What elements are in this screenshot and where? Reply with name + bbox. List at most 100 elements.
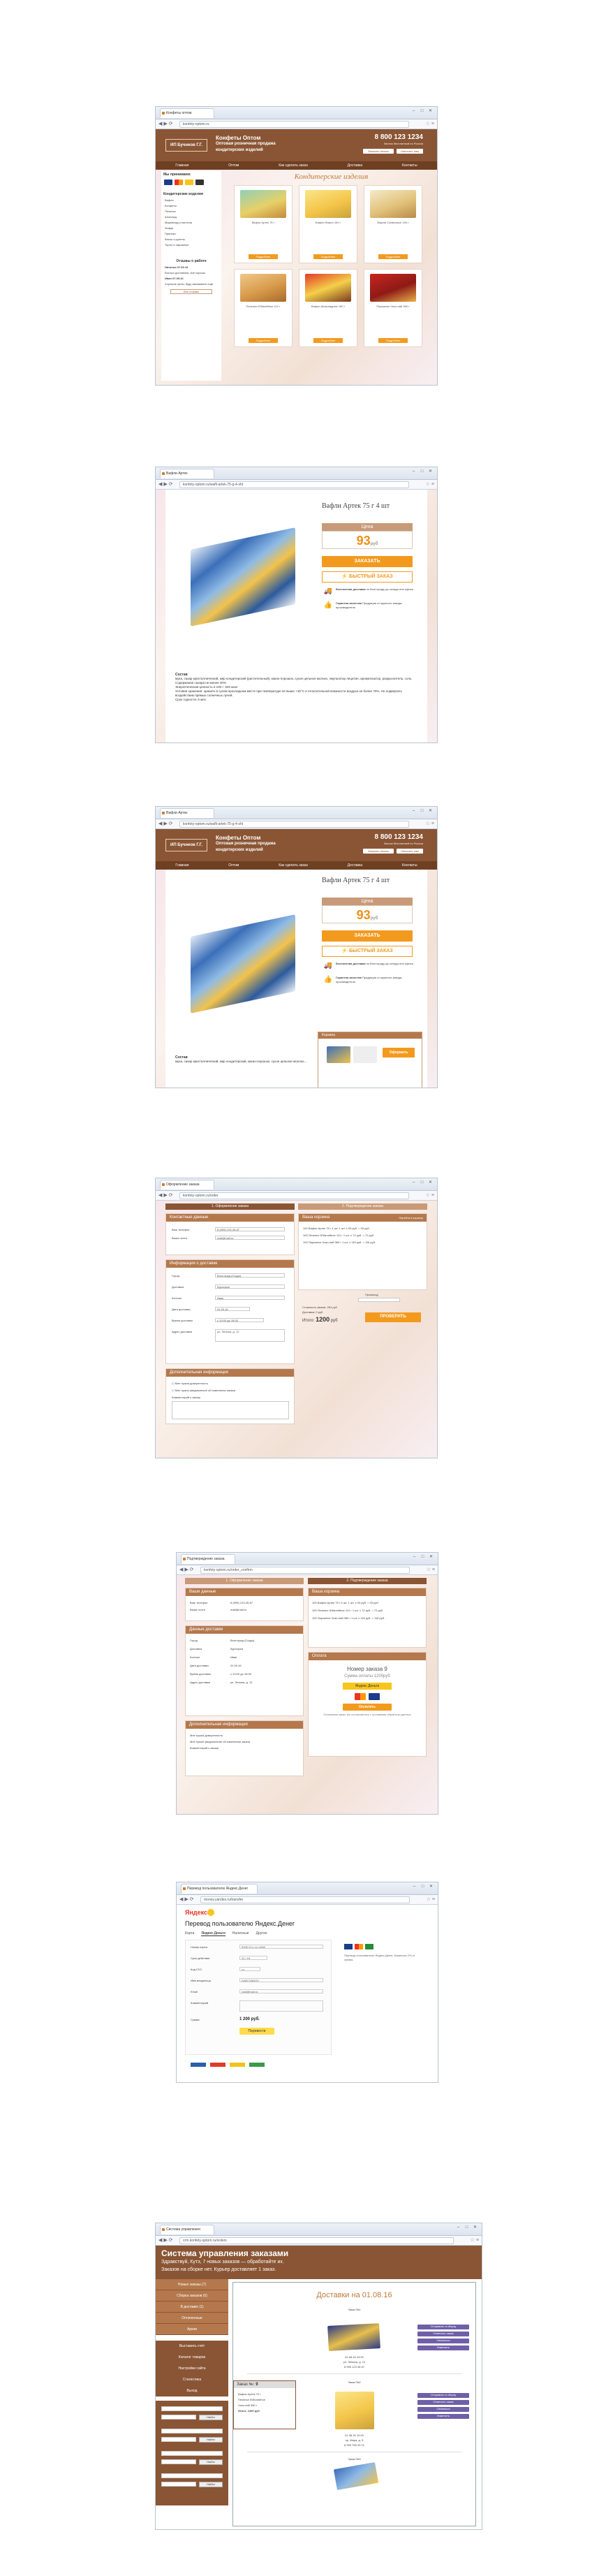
back-forward-icon[interactable]: ◀ ▶ ⟳ xyxy=(158,121,173,128)
nav-item[interactable]: Выход xyxy=(156,2385,228,2396)
tab-cash[interactable]: Наличные xyxy=(232,1931,249,1936)
minimize-icon[interactable]: – xyxy=(410,108,417,114)
edit-button[interactable]: Изменить xyxy=(417,2346,469,2350)
category-item[interactable]: Зефир xyxy=(161,226,221,231)
product-button[interactable]: Подробнее xyxy=(378,338,408,343)
stage-tab[interactable]: 1. Оформление заказа xyxy=(185,1578,304,1584)
stage-tab-active[interactable]: 2. Подтверждение заказа xyxy=(308,1578,427,1584)
transfer-button[interactable]: Перевести xyxy=(239,2028,274,2035)
star-menu-icon[interactable]: ☆ ≡ xyxy=(426,121,434,128)
filter-input[interactable] xyxy=(161,2415,196,2420)
pay-button[interactable]: Оплатить xyxy=(343,1704,392,1711)
comment-field[interactable] xyxy=(239,2000,323,2012)
checkbox-row[interactable]: ☐ Мне нужно уведомление об изменении зак… xyxy=(172,1389,235,1392)
minimize-icon[interactable]: – xyxy=(410,1180,417,1185)
maximize-icon[interactable]: □ xyxy=(463,2225,471,2230)
maximize-icon[interactable]: □ xyxy=(418,108,426,114)
address-bar[interactable]: konfety-optom.ru/wafli-artek-75-g-4-sht xyxy=(179,821,409,828)
star-menu-icon[interactable]: ☆ ≡ xyxy=(427,1896,435,1903)
filter-button[interactable]: Найти xyxy=(199,2459,223,2465)
menu-item[interactable]: Как сделать заказ xyxy=(279,863,308,868)
filter-button[interactable]: Найти xyxy=(199,2415,223,2420)
quick-order-button[interactable]: ⚡ БЫСТРЫЙ ЗАКАЗ xyxy=(322,946,413,957)
tab-card[interactable]: Карта xyxy=(185,1931,194,1936)
order-button[interactable]: ЗАКАЗАТЬ xyxy=(322,930,413,942)
category-item[interactable]: Шоколад xyxy=(161,214,221,220)
address-bar[interactable]: konfety-optom.ru xyxy=(179,121,409,128)
maximize-icon[interactable]: □ xyxy=(418,808,426,814)
browser-tab[interactable]: Вафли Артек xyxy=(160,808,214,818)
star-menu-icon[interactable]: ☆ ≡ xyxy=(426,821,434,828)
category-item[interactable]: Конфеты xyxy=(161,203,221,209)
filter-input[interactable] xyxy=(161,2406,223,2411)
to-assembly-button[interactable]: Отправить в сборку xyxy=(417,2393,469,2398)
promo-field[interactable] xyxy=(358,1298,400,1302)
menu-item[interactable]: Контакты xyxy=(402,863,417,868)
nav-item[interactable]: Каталог товаров xyxy=(156,2352,228,2363)
edit-button[interactable]: Изменить xyxy=(417,2414,469,2419)
email-field[interactable]: mail@mail.ru xyxy=(239,1989,323,1993)
address-bar[interactable]: crm.konfety-optom.ru/orders xyxy=(179,2237,454,2244)
menu-item[interactable]: Как сделать заказ xyxy=(279,163,308,168)
address-bar[interactable]: konfety-optom.ru/order xyxy=(179,1192,409,1199)
close-icon[interactable]: ✕ xyxy=(427,469,434,474)
delivery-select[interactable]: Курьером xyxy=(215,1285,285,1289)
contact-field[interactable]: Иван xyxy=(215,1296,285,1300)
logo[interactable]: ИП Бучнеов Г.Г. xyxy=(165,839,207,851)
cart-link[interactable]: Перейти в корзину xyxy=(399,1215,423,1220)
browser-tab[interactable]: Оформление заказа xyxy=(160,1180,214,1190)
all-reviews-button[interactable]: Все отзывы xyxy=(170,289,212,294)
cancel-order-button[interactable]: Отменить заказ xyxy=(417,2400,469,2405)
nav-item[interactable]: Оплаченные xyxy=(156,2313,228,2324)
menu-item[interactable]: Контакты xyxy=(402,163,417,168)
date-field[interactable]: 01.09.16 xyxy=(215,1307,250,1311)
browser-tab[interactable]: Подтверждение заказа xyxy=(181,1554,235,1564)
callback-button[interactable]: Заказать звонок xyxy=(363,849,394,854)
category-item[interactable]: Печенье xyxy=(161,209,221,214)
menu-item[interactable]: Доставка xyxy=(348,163,362,168)
product-button[interactable]: Подробнее xyxy=(313,254,343,259)
checkbox-icon[interactable]: ☐ xyxy=(172,1389,175,1392)
filter-input[interactable] xyxy=(161,2473,223,2478)
tab-yandex-money[interactable]: Яндекс.Деньги xyxy=(201,1931,225,1936)
browser-tab[interactable]: Конфеты оптом xyxy=(160,108,214,118)
product-button[interactable]: Подробнее xyxy=(378,254,408,259)
back-forward-icon[interactable]: ◀ ▶ ⟳ xyxy=(158,2237,173,2244)
address-bar[interactable]: konfety-optom.ru/order_confirm xyxy=(200,1567,410,1574)
menu-item[interactable]: Оптом xyxy=(228,863,239,868)
product-card[interactable]: Пирожное Чоко-пай 360 г Подробнее xyxy=(364,269,422,347)
minimize-icon[interactable]: – xyxy=(454,2225,462,2230)
category-item[interactable]: Пряники xyxy=(161,231,221,237)
close-icon[interactable]: ✕ xyxy=(427,1554,435,1560)
menu-item[interactable]: Доставка xyxy=(348,863,362,868)
close-icon[interactable]: ✕ xyxy=(427,1884,435,1889)
product-card[interactable]: Вафли Артек 75 г Подробнее xyxy=(234,185,293,263)
nav-item[interactable]: Сборка заказов (0) xyxy=(156,2290,228,2301)
browser-tab[interactable]: Система управления xyxy=(160,2225,214,2234)
menu-item[interactable]: Оптом xyxy=(228,163,239,168)
product-button[interactable]: Подробнее xyxy=(313,338,343,343)
browser-tab[interactable]: Вафли Артек xyxy=(160,469,214,478)
contact-button[interactable]: Связаться xyxy=(417,2339,469,2343)
order-button[interactable]: ЗАКАЗАТЬ xyxy=(322,556,413,567)
menu-item[interactable]: Главная xyxy=(175,863,188,868)
logo[interactable]: ИП Бучнеов Г.Г. xyxy=(165,139,207,152)
filter-input[interactable] xyxy=(161,2482,196,2487)
cancel-order-button[interactable]: Отменить заказ xyxy=(417,2332,469,2336)
yandex-logo[interactable]: Яндекс xyxy=(185,1909,207,1916)
product-card[interactable]: Вафли Лимон 100 г Подробнее xyxy=(299,185,357,263)
callback-button[interactable]: Заказать звонок xyxy=(363,149,394,154)
menu-item[interactable]: Главная xyxy=(175,163,188,168)
mail-button[interactable]: Написать нам xyxy=(397,849,423,854)
category-item[interactable]: Торты и пирожные xyxy=(161,242,221,248)
back-forward-icon[interactable]: ◀ ▶ ⟳ xyxy=(179,1567,194,1574)
nav-item[interactable]: Выставить счёт xyxy=(156,2341,228,2352)
email-field[interactable]: mail@mail.ru xyxy=(215,1236,285,1240)
back-forward-icon[interactable]: ◀ ▶ ⟳ xyxy=(158,1192,173,1199)
address-bar[interactable]: konfety-optom.ru/wafli-artek-75-g-4-sht xyxy=(179,481,409,488)
star-menu-icon[interactable]: ☆ ≡ xyxy=(471,2237,479,2244)
filter-input[interactable] xyxy=(161,2437,196,2442)
product-card[interactable]: Печенье Юбилейное 112 г Подробнее xyxy=(234,269,293,347)
check-button[interactable]: ПРОВЕРИТЬ xyxy=(365,1312,421,1322)
product-button[interactable]: Подробнее xyxy=(249,338,278,343)
